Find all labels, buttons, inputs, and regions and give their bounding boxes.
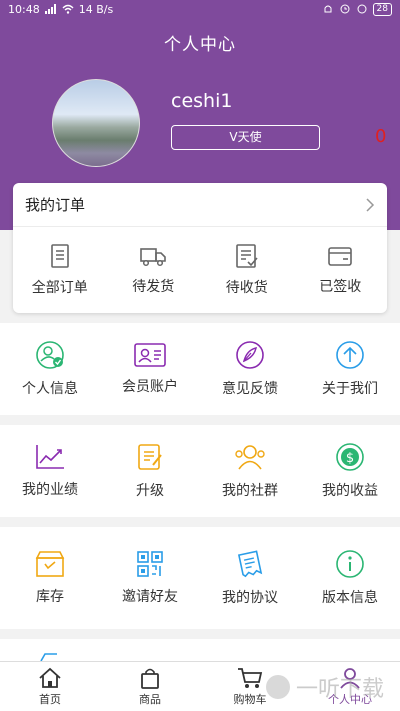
- order-pending-receive[interactable]: 待收货: [200, 227, 294, 312]
- user-check-icon: [36, 341, 64, 369]
- qrcode-icon: [137, 551, 163, 577]
- document-icon: [50, 243, 69, 268]
- circle-icon: [357, 4, 367, 14]
- menu-item-partial[interactable]: [0, 639, 100, 661]
- order-pending-ship[interactable]: 待发货: [107, 227, 201, 312]
- id-card-icon: [134, 343, 166, 367]
- contract-icon: [237, 550, 263, 578]
- svg-text:$: $: [346, 451, 354, 466]
- box-icon: [35, 551, 65, 577]
- my-orders-link[interactable]: 我的订单: [13, 183, 387, 227]
- tab-home[interactable]: 首页: [0, 662, 100, 711]
- tab-products[interactable]: 商品: [100, 662, 200, 711]
- menu-personal-info[interactable]: 个人信息: [0, 323, 100, 415]
- avatar[interactable]: [52, 79, 140, 167]
- menu-member-account[interactable]: 会员账户: [100, 323, 200, 415]
- orders-card: 我的订单 全部订单 待发货 待收货 已签收: [13, 183, 387, 313]
- signal-icon: [44, 4, 56, 14]
- chevron-right-icon: [366, 197, 375, 212]
- order-all[interactable]: 全部订单: [13, 227, 107, 312]
- group-icon: [235, 445, 265, 470]
- network-speed: 14 B/s: [78, 2, 114, 16]
- wifi-icon: [62, 4, 74, 14]
- menu-row-3: 库存 邀请好友 我的协议 版本信息: [0, 527, 400, 629]
- battery-level: 28: [372, 2, 392, 16]
- chart-icon: [36, 445, 64, 469]
- menu-my-earnings[interactable]: $ 我的收益: [300, 425, 400, 517]
- info-icon: [336, 550, 364, 578]
- watermark: 一听下载: [266, 671, 384, 703]
- menu-my-agreement[interactable]: 我的协议: [200, 527, 300, 629]
- truck-icon: [140, 247, 167, 266]
- dollar-icon: $: [336, 443, 364, 471]
- menu-my-community[interactable]: 我的社群: [200, 425, 300, 517]
- status-time: 10:48: [8, 2, 40, 16]
- status-bar: 10:48 14 B/s 28: [0, 0, 400, 18]
- watermark-text: 一听下载: [296, 677, 385, 702]
- home-icon: [39, 667, 61, 688]
- up-arrow-icon: [336, 341, 364, 369]
- page-title: 个人中心: [164, 35, 236, 55]
- orders-title: 我的订单: [25, 196, 86, 214]
- menu-inventory[interactable]: 库存: [0, 527, 100, 629]
- member-level-badge[interactable]: V天使: [171, 125, 320, 150]
- checklist-icon: [235, 243, 258, 268]
- order-signed[interactable]: 已签收: [294, 227, 388, 312]
- message-counter[interactable]: 0: [375, 126, 386, 147]
- cart-icon: [238, 667, 263, 688]
- feather-icon: [236, 341, 264, 369]
- menu-invite-friends[interactable]: 邀请好友: [100, 527, 200, 629]
- edit-icon: [138, 444, 162, 470]
- menu-upgrade[interactable]: 升级: [100, 425, 200, 517]
- menu-row-4-partial: [0, 639, 400, 661]
- bag-icon: [141, 668, 159, 689]
- menu-about-us[interactable]: 关于我们: [300, 323, 400, 415]
- bell-icon: [324, 5, 332, 13]
- menu-row-1: 个人信息 会员账户 意见反馈 关于我们: [0, 323, 400, 415]
- partial-icon: [40, 653, 57, 661]
- menu-version-info[interactable]: 版本信息: [300, 527, 400, 629]
- menu-my-performance[interactable]: 我的业绩: [0, 425, 100, 517]
- username: ceshi1: [171, 90, 233, 112]
- watermark-logo-icon: [266, 675, 290, 699]
- clock-icon: [340, 4, 350, 14]
- menu-row-2: 我的业绩 升级 我的社群 $ 我的收益: [0, 425, 400, 517]
- wallet-icon: [328, 246, 353, 266]
- menu-feedback[interactable]: 意见反馈: [200, 323, 300, 415]
